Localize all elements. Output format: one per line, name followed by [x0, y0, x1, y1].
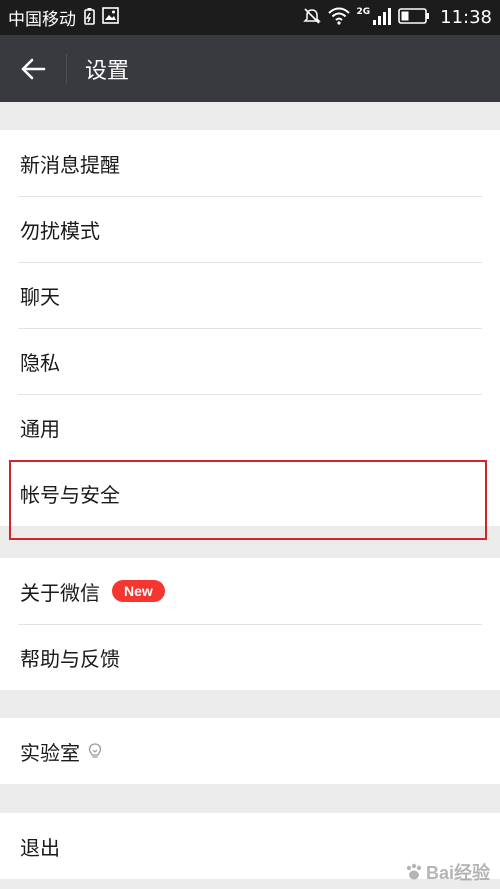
settings-item-label: 关于微信: [20, 580, 100, 605]
settings-item-label: 勿扰模式: [20, 218, 100, 243]
settings-item-about-wechat[interactable]: 关于微信 New: [0, 558, 500, 624]
signal-icon: [372, 7, 392, 29]
settings-group-lab: 实验室: [0, 718, 500, 784]
settings-item-label: 通用: [20, 416, 60, 441]
settings-item-label: 实验室: [20, 740, 80, 765]
new-badge: New: [112, 580, 165, 602]
header-divider: [66, 53, 67, 84]
status-bar-left: 中国移动: [8, 5, 119, 30]
settings-item-chat[interactable]: 聊天: [0, 262, 500, 328]
back-arrow-icon: [21, 58, 46, 79]
settings-item-label: 新消息提醒: [20, 152, 120, 177]
settings-item-privacy[interactable]: 隐私: [0, 328, 500, 394]
settings-group-main: 新消息提醒 勿扰模式 聊天 隐私 通用 帐号与安全: [0, 130, 500, 526]
carrier-name: 中国移动: [8, 10, 76, 30]
paw-logo-icon: [406, 863, 422, 880]
bulb-icon: [88, 742, 102, 760]
battery-saver-icon: [82, 7, 96, 29]
screen: 中国移动 2G 11:38 设置 新消息提醒 勿扰模式 聊天 隐私 通用 帐号与…: [0, 0, 500, 889]
battery-icon: [398, 7, 430, 28]
settings-item-label: 聊天: [20, 284, 60, 309]
settings-group-about: 关于微信 New 帮助与反馈: [0, 558, 500, 690]
settings-item-label: 帐号与安全: [20, 482, 120, 507]
status-bar-right: 2G 11:38: [302, 6, 492, 30]
status-bar: 中国移动 2G 11:38: [0, 0, 500, 35]
settings-item-general[interactable]: 通用: [0, 394, 500, 460]
settings-item-lab[interactable]: 实验室: [0, 718, 500, 784]
watermark: Bai经验: [404, 859, 490, 885]
mute-icon: [302, 6, 322, 30]
settings-item-new-message-alerts[interactable]: 新消息提醒: [0, 130, 500, 196]
settings-item-help-feedback[interactable]: 帮助与反馈: [0, 624, 500, 690]
image-icon: [102, 7, 119, 28]
settings-item-label: 退出: [20, 835, 60, 860]
settings-item-account-security[interactable]: 帐号与安全: [0, 460, 500, 526]
settings-item-label: 隐私: [20, 350, 60, 375]
wifi-icon: [328, 7, 351, 29]
back-button[interactable]: [0, 35, 66, 102]
settings-item-label: 帮助与反馈: [20, 646, 120, 671]
page-title: 设置: [85, 58, 130, 84]
clock: 11:38: [440, 7, 492, 28]
settings-item-do-not-disturb[interactable]: 勿扰模式: [0, 196, 500, 262]
network-type: 2G: [356, 6, 371, 17]
watermark-text: Bai经验: [425, 863, 490, 883]
nav-header: 设置: [0, 35, 500, 102]
